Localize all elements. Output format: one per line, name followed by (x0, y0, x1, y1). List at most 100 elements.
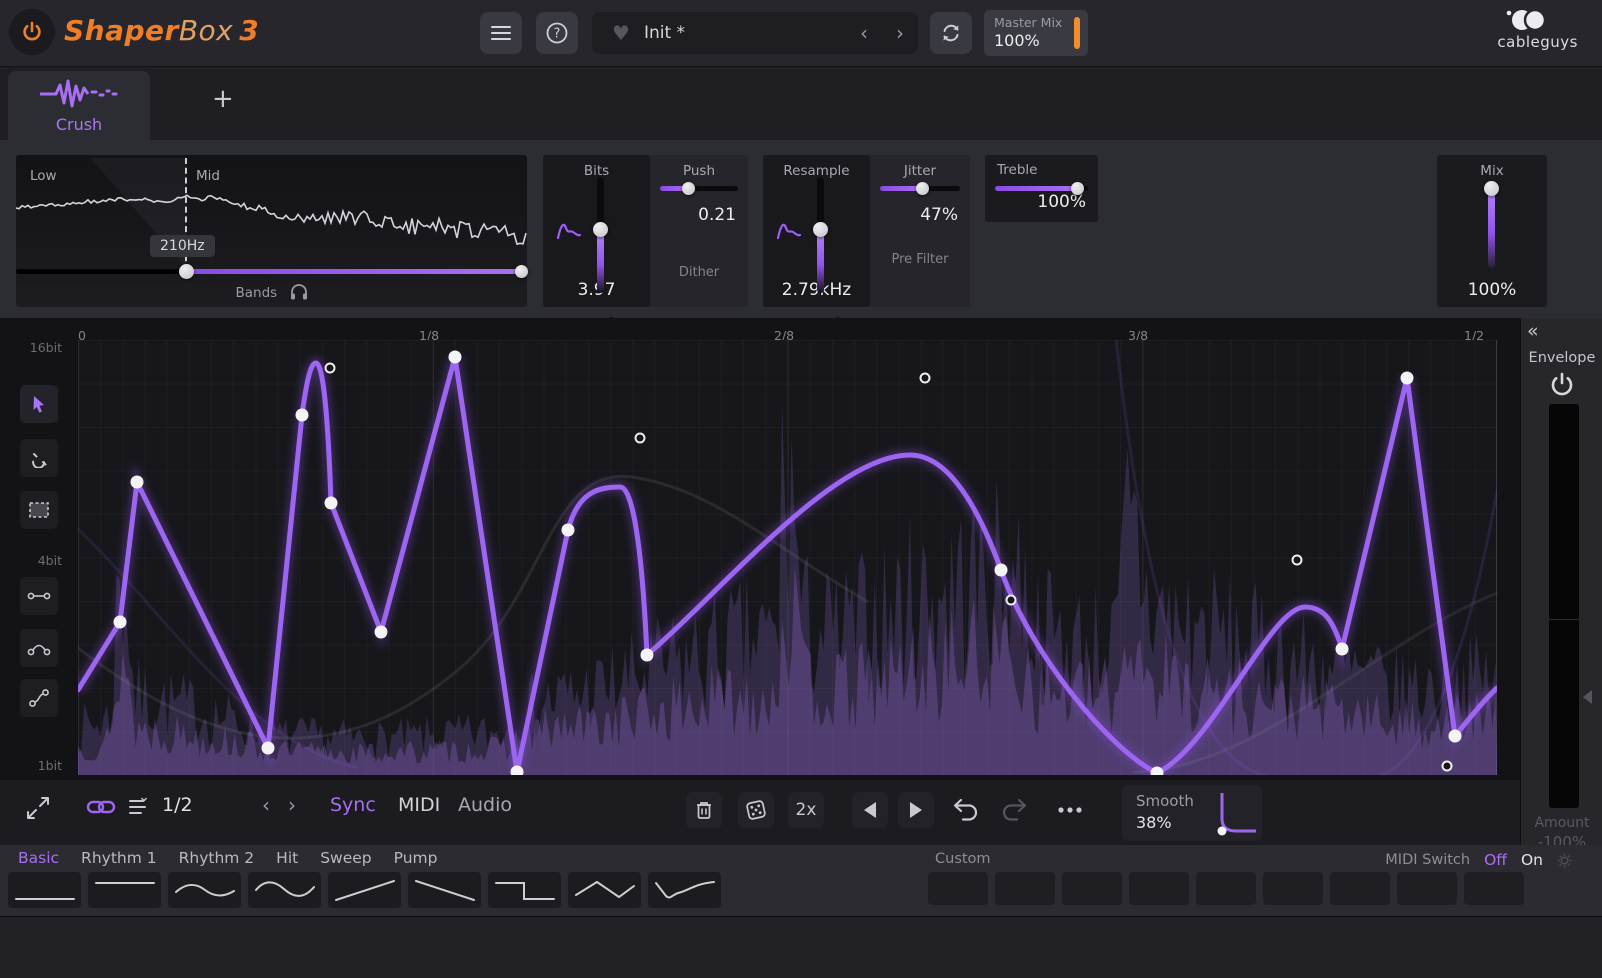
jitter-slider-knob[interactable] (916, 182, 929, 195)
link-loop-button[interactable] (86, 797, 116, 817)
wave-preset-square-step[interactable] (488, 872, 561, 908)
mix-slider-knob[interactable] (1484, 181, 1499, 196)
band-right-knob[interactable] (515, 265, 528, 278)
bits-slider-knob[interactable] (593, 222, 608, 237)
custom-slot-6[interactable] (1263, 872, 1323, 905)
smooth-control[interactable]: Smooth 38% (1122, 785, 1262, 841)
snap-tool[interactable] (20, 439, 58, 477)
shift-left-button[interactable] (852, 792, 888, 828)
envelope-curve-handle[interactable] (326, 364, 335, 373)
dither-toggle[interactable]: Dither (650, 265, 748, 280)
length-menu-button[interactable] (128, 796, 152, 818)
midi-switch-off[interactable]: Off (1484, 851, 1507, 869)
sync-mode-button[interactable]: Sync (330, 794, 376, 816)
envelope-node[interactable] (1449, 730, 1462, 743)
band-slider-range[interactable] (188, 269, 521, 274)
envelope-node[interactable] (1401, 372, 1414, 385)
wave-preset-ramp-down[interactable] (408, 872, 481, 908)
line-tool[interactable] (20, 577, 58, 615)
push-slider-knob[interactable] (682, 182, 695, 195)
custom-slot-9[interactable] (1464, 872, 1524, 905)
envelope-node[interactable] (562, 524, 575, 537)
envelope-curve-handle[interactable] (636, 434, 645, 443)
midi-mode-button[interactable]: MIDI (398, 794, 440, 816)
preset-prev-button[interactable]: ‹ (846, 21, 882, 45)
wave-preset-flat-low[interactable] (8, 872, 81, 908)
wave-preset-ramp-up[interactable] (328, 872, 401, 908)
wave-category-basic[interactable]: Basic (18, 849, 59, 867)
envelope-power-button[interactable] (1547, 370, 1577, 400)
envelope-node[interactable] (641, 649, 654, 662)
envelope-node[interactable] (375, 626, 388, 639)
master-mix-control[interactable]: Master Mix 100% (984, 10, 1088, 56)
custom-slot-8[interactable] (1397, 872, 1457, 905)
menu-button[interactable] (480, 12, 522, 54)
bypass-power-button[interactable] (9, 9, 55, 55)
wave-category-hit[interactable]: Hit (276, 849, 298, 867)
envelope-node[interactable] (131, 476, 144, 489)
midi-settings-gear-icon[interactable] (1557, 853, 1572, 868)
length-next-button[interactable]: › (288, 793, 296, 817)
audio-mode-button[interactable]: Audio (458, 794, 512, 816)
envelope-node[interactable] (449, 351, 462, 364)
custom-slot-2[interactable] (995, 872, 1055, 905)
custom-slot-5[interactable] (1196, 872, 1256, 905)
collapse-sidebar-button[interactable]: « (1527, 320, 1539, 342)
custom-slot-7[interactable] (1330, 872, 1390, 905)
envelope-grid[interactable] (78, 340, 1497, 775)
wave-preset-triangle[interactable] (568, 872, 641, 908)
wave-category-sweep[interactable]: Sweep (320, 849, 371, 867)
marquee-tool[interactable] (20, 491, 58, 529)
envelope-curve-handle[interactable] (1443, 762, 1452, 771)
double-pattern-button[interactable]: 2x (788, 792, 824, 828)
wave-preset-sine[interactable] (248, 872, 321, 908)
envelope-curve-handle[interactable] (1007, 596, 1016, 605)
undo-button[interactable] (952, 797, 980, 821)
custom-slot-4[interactable] (1129, 872, 1189, 905)
envelope-node[interactable] (262, 742, 275, 755)
envelope-node[interactable] (1336, 643, 1349, 656)
help-button[interactable]: ? (536, 12, 578, 54)
wave-category-pump[interactable]: Pump (394, 849, 438, 867)
headphones-icon[interactable] (290, 284, 308, 300)
wave-preset-dip-curve[interactable] (648, 872, 721, 908)
wave-category-rhythm-2[interactable]: Rhythm 2 (179, 849, 255, 867)
amount-slider[interactable] (1549, 404, 1579, 808)
envelope-node[interactable] (995, 564, 1008, 577)
length-prev-button[interactable]: ‹ (262, 793, 270, 817)
custom-slot-3[interactable] (1062, 872, 1122, 905)
preset-selector[interactable]: ♥ Init * ‹ › (592, 12, 918, 54)
envelope-node[interactable] (325, 497, 338, 510)
preset-next-button[interactable]: › (882, 21, 918, 45)
reload-preset-button[interactable] (930, 12, 972, 54)
custom-slot-1[interactable] (928, 872, 988, 905)
redo-button[interactable] (1000, 797, 1028, 821)
envelope-curve-handle[interactable] (921, 374, 930, 383)
wave-preset-flat-high[interactable] (88, 872, 161, 908)
s-curve-tool[interactable] (20, 679, 58, 717)
midi-switch-on[interactable]: On (1521, 851, 1543, 869)
band-slider-low-track[interactable] (16, 269, 186, 274)
cursor-tool[interactable] (20, 385, 58, 423)
wave-preset-sine-soft[interactable] (168, 872, 241, 908)
randomize-button[interactable] (738, 792, 774, 828)
envelope-node[interactable] (296, 409, 309, 422)
pre-filter-toggle[interactable]: Pre Filter (890, 251, 950, 269)
wave-category-rhythm-1[interactable]: Rhythm 1 (81, 849, 157, 867)
treble-slider-knob[interactable] (1071, 182, 1084, 195)
resample-slider-knob[interactable] (813, 222, 828, 237)
more-options-button[interactable] (1052, 792, 1088, 828)
crossover-knob[interactable] (179, 264, 194, 279)
add-tab-button[interactable]: + (212, 84, 234, 114)
expand-button[interactable] (24, 794, 52, 822)
envelope-node[interactable] (114, 616, 127, 629)
amount-marker[interactable] (1583, 690, 1592, 704)
bit-label-4bit: 4bit (4, 553, 62, 568)
delete-button[interactable] (686, 792, 722, 828)
shift-right-button[interactable] (898, 792, 934, 828)
tab-crush[interactable]: Crush (8, 71, 150, 141)
loop-length-value[interactable]: 1/2 (162, 794, 193, 816)
envelope-curve-handle[interactable] (1293, 556, 1302, 565)
favorite-heart-icon[interactable]: ♥ (612, 21, 630, 45)
curve-tool[interactable] (20, 629, 58, 667)
